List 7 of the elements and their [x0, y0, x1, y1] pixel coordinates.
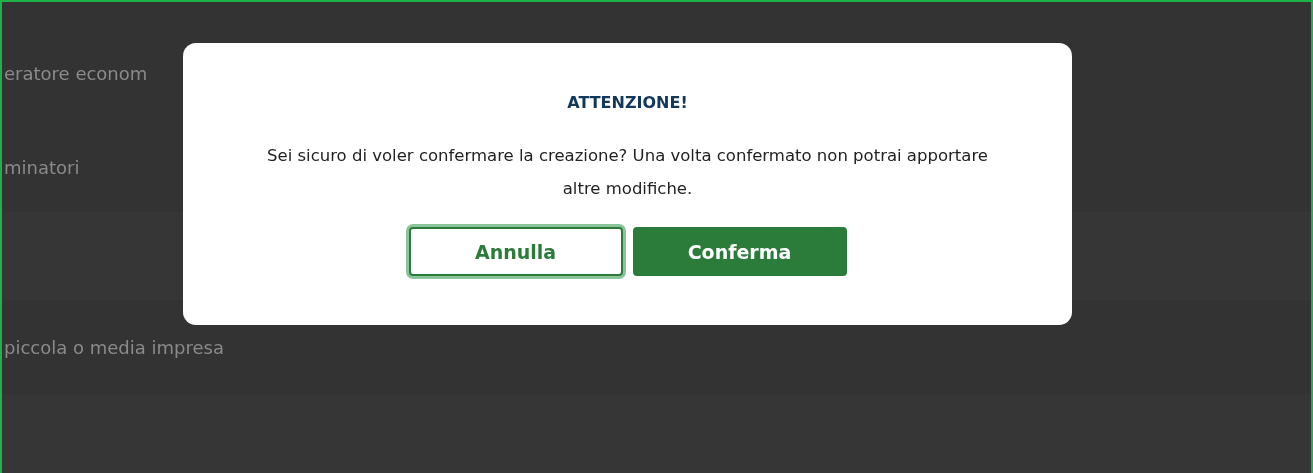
- form-label: eratore econom: [4, 62, 148, 84]
- cancel-button[interactable]: Annulla: [408, 227, 623, 276]
- form-label: piccola o media impresa: [4, 337, 224, 358]
- dialog-title: ATTENZIONE!: [567, 93, 688, 112]
- dialog-message: Sei sicuro di voler confermare la creazione? Una volta confermato non potrai apportare altre modifiche.: [266, 145, 989, 200]
- confirm-button[interactable]: Conferma: [632, 227, 847, 276]
- form-label: minatori: [4, 156, 80, 178]
